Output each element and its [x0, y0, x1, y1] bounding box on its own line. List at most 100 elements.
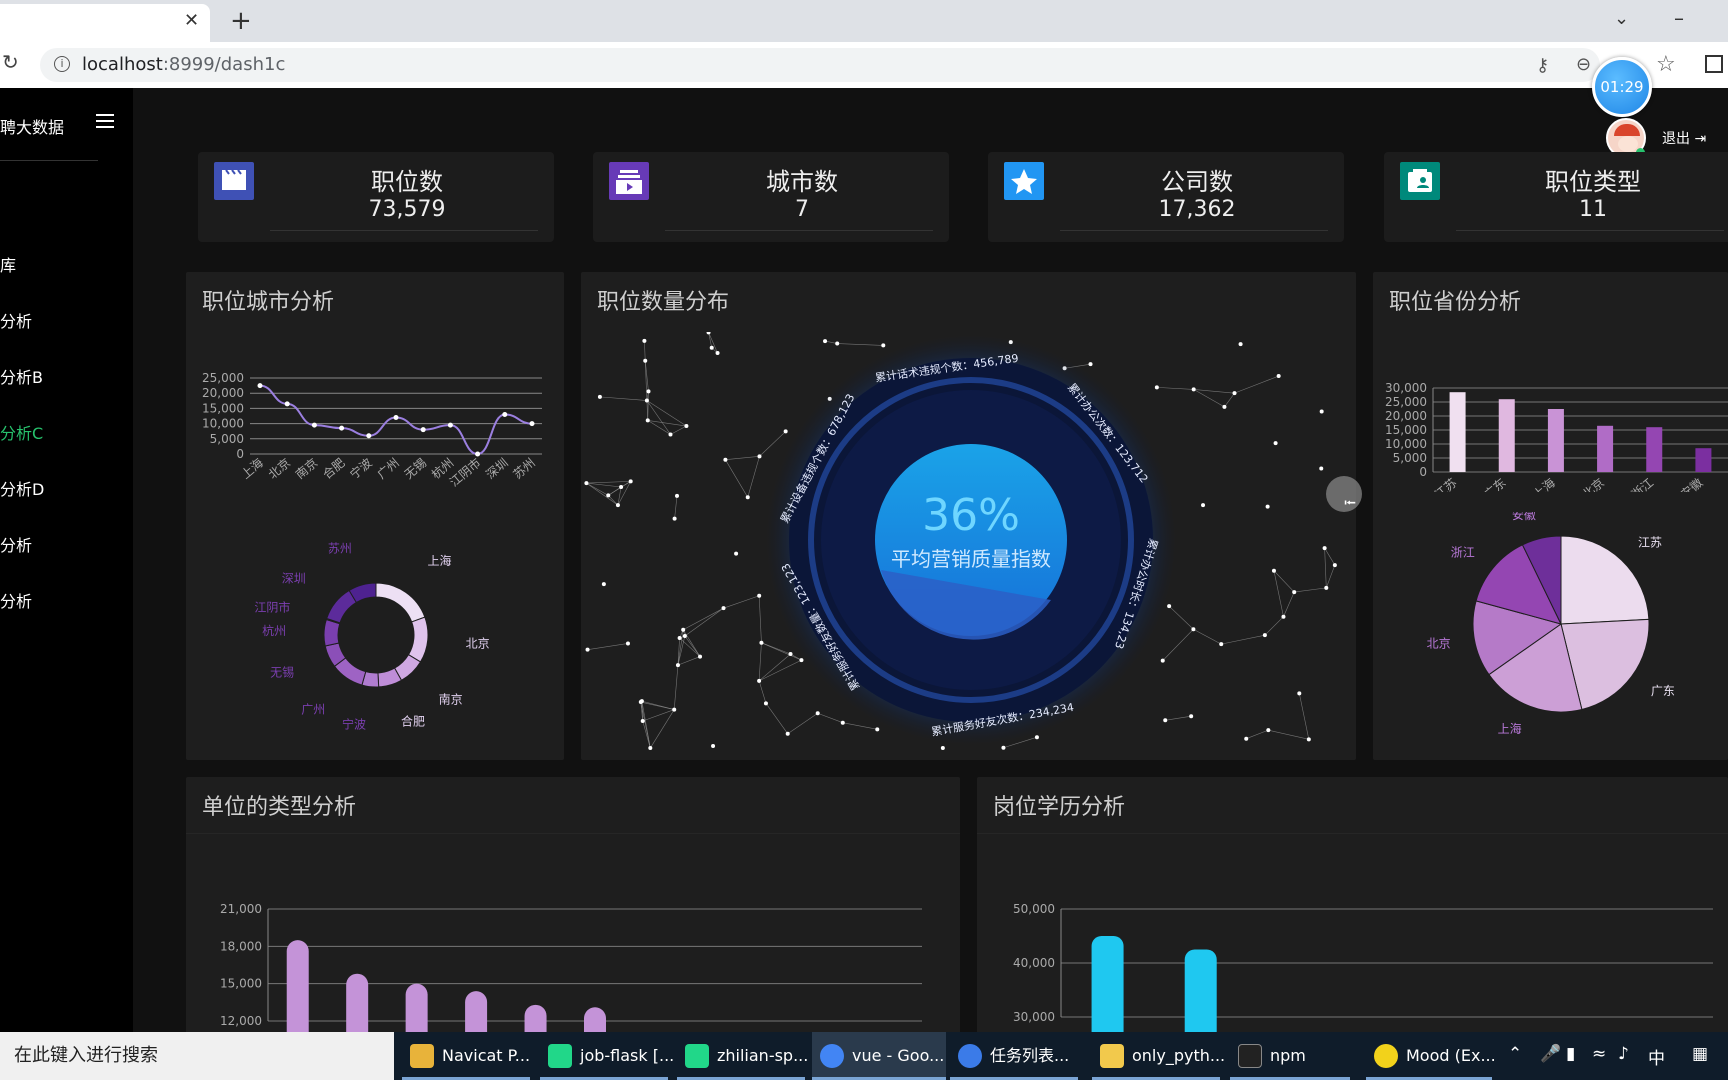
tray-chevron-icon[interactable]: ⌃ — [1508, 1044, 1522, 1064]
x-tick-label: 上海 — [1530, 475, 1558, 492]
app-brand: 聘大数据 — [0, 118, 65, 137]
pie-slice — [1560, 535, 1650, 625]
stat-value: 17,362 — [1158, 197, 1236, 222]
sidebar-item-3[interactable]: 分析B — [0, 364, 43, 388]
taskbar-app[interactable]: zhilian-sp... — [677, 1032, 808, 1080]
new-tab-icon[interactable]: + — [230, 6, 252, 36]
star-link — [1324, 547, 1336, 566]
navicat-icon — [410, 1044, 434, 1068]
y-tick-label: 15,000 — [1385, 423, 1427, 437]
minimize-icon[interactable]: – — [1674, 6, 1684, 30]
ime-indicator[interactable]: 中 — [1648, 1044, 1665, 1069]
province-pie-chart: 江苏广东上海 北京 浙江 安徽 — [1427, 512, 1675, 736]
key-icon[interactable]: ⚷ — [1536, 55, 1549, 76]
star-link — [684, 607, 724, 637]
taskbar-app[interactable]: Mood (Ex... — [1366, 1032, 1496, 1080]
star-link — [725, 459, 749, 498]
terminal-icon — [1238, 1044, 1262, 1068]
site-info-icon[interactable]: i — [54, 56, 70, 72]
star-dot — [1219, 642, 1224, 647]
star-dot — [684, 424, 689, 429]
side-panel-icon[interactable] — [1705, 55, 1723, 73]
star-dot — [1244, 736, 1249, 741]
job-count-panel: 职位数量分布 36% 平均营销质量指数 累计话术违规个数：456,789 累计办… — [581, 272, 1356, 760]
data-point — [447, 422, 453, 428]
taskbar-app[interactable]: 任务列表... — [950, 1032, 1078, 1080]
star-dot — [645, 418, 650, 423]
star-dot — [723, 457, 728, 462]
star-dot — [734, 551, 739, 556]
taskbar-app[interactable]: job-flask [... — [540, 1032, 674, 1080]
pie-label: 江阴市 — [254, 599, 290, 614]
star-dot — [715, 351, 720, 356]
battery-icon[interactable]: ▮ — [1566, 1044, 1575, 1064]
bar — [1449, 392, 1466, 472]
logout-link[interactable]: 退出 ⇥ — [1662, 128, 1706, 148]
reload-icon[interactable]: ↻ — [2, 50, 19, 74]
menu-icon[interactable] — [96, 114, 114, 128]
wifi-icon[interactable]: ≈ — [1592, 1044, 1606, 1064]
star-link — [677, 656, 701, 666]
sidebar-item-5[interactable]: 分析D — [0, 476, 44, 500]
browser-tab[interactable] — [0, 4, 210, 42]
star-link — [670, 425, 687, 435]
y-tick-label: 0 — [236, 447, 244, 461]
star-dot — [1232, 391, 1237, 396]
taskbar-app[interactable]: Navicat P... — [402, 1032, 530, 1080]
taskbar-search-input[interactable]: 在此键入进行搜索 — [0, 1032, 394, 1080]
timer-badge[interactable]: 01:29 — [1592, 57, 1652, 117]
y-tick-label: 0 — [1419, 465, 1427, 479]
bar — [1498, 399, 1515, 472]
star-link — [644, 340, 646, 361]
taskbar-app-active[interactable]: vue - Goo... — [812, 1032, 946, 1080]
divider — [1456, 230, 1724, 231]
stat-value: 11 — [1579, 197, 1607, 222]
x-tick-label: 合肥 — [319, 455, 347, 482]
sidebar-item-2[interactable]: 分析 — [0, 308, 32, 332]
close-tab-icon[interactable]: ✕ — [184, 10, 199, 31]
zoom-out-icon[interactable]: ⊖ — [1576, 54, 1591, 75]
divider — [1060, 230, 1328, 231]
url-text[interactable]: localhost:8999/dash1c — [82, 54, 285, 75]
star-dot — [628, 479, 633, 484]
pie-slice — [323, 618, 341, 647]
star-dot — [675, 493, 680, 498]
star-dot — [1273, 441, 1278, 446]
y-tick-label: 30,000 — [1013, 1010, 1055, 1024]
music-icon — [1374, 1044, 1398, 1068]
y-tick-label: 10,000 — [1385, 437, 1427, 451]
taskbar-app[interactable]: only_pyth... — [1092, 1032, 1225, 1080]
sidebar-item-7[interactable]: 分析 — [0, 588, 32, 612]
taskbar-app[interactable]: npm — [1230, 1032, 1350, 1080]
x-tick-label: 江阴市 — [446, 455, 483, 490]
taskbar-app-label: 任务列表... — [990, 1046, 1070, 1065]
data-point — [311, 422, 317, 428]
ime-mode-icon[interactable]: ▦ — [1692, 1044, 1708, 1064]
pie-slice — [375, 582, 426, 623]
unit-type-panel: 单位的类型分析 12,000 15,000 18,000 21,000 — [186, 777, 960, 1037]
star-link — [747, 456, 760, 498]
bookmark-star-icon[interactable]: ☆ — [1656, 52, 1676, 77]
taskbar-app-label: job-flask [... — [580, 1046, 675, 1065]
divider — [0, 160, 98, 161]
star-link — [1221, 634, 1265, 645]
tab-search-chevron-icon[interactable]: ⌄ — [1614, 8, 1629, 29]
y-tick-label: 15,000 — [220, 977, 262, 991]
sidebar-item-1[interactable]: 库 — [0, 252, 16, 276]
star-dot — [601, 582, 606, 587]
microphone-icon[interactable]: 🎤 — [1540, 1044, 1561, 1064]
star-dot — [1265, 504, 1270, 509]
bar — [1091, 936, 1124, 1037]
star-dot — [638, 700, 643, 705]
panel-title: 职位城市分析 — [202, 290, 335, 315]
y-tick-label: 5,000 — [210, 432, 244, 446]
star-link — [1193, 629, 1222, 645]
bar — [1547, 409, 1564, 472]
star-dot — [625, 641, 630, 646]
volume-icon[interactable]: ♪ — [1618, 1044, 1629, 1064]
star-link — [1283, 591, 1295, 617]
sidebar-item-4-active[interactable]: 分析C — [0, 420, 43, 444]
star-link — [1264, 616, 1284, 636]
sidebar-item-6[interactable]: 分析 — [0, 532, 32, 556]
sidebar — [0, 88, 133, 1032]
